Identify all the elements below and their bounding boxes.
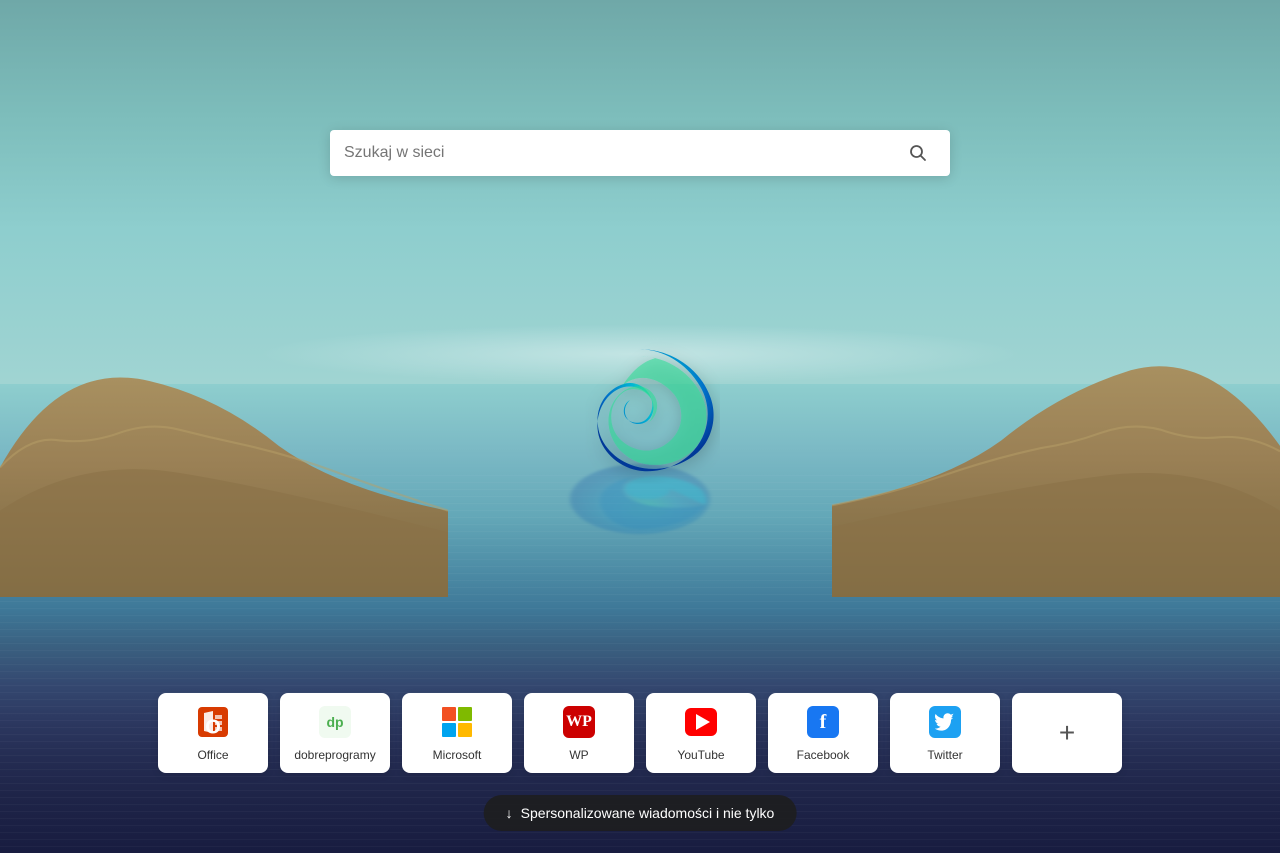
- hills-right: [832, 273, 1280, 597]
- twitter-icon: [927, 704, 963, 740]
- hills-left: [0, 273, 448, 597]
- bottom-banner-arrow: ↓: [506, 805, 513, 821]
- office-label: Office: [197, 748, 228, 762]
- facebook-label: Facebook: [797, 748, 850, 762]
- wp-icon: WP: [561, 704, 597, 740]
- quick-link-facebook[interactable]: f Facebook: [768, 693, 878, 773]
- add-site-button[interactable]: +: [1012, 693, 1122, 773]
- dobreprogramy-icon: dp: [317, 704, 353, 740]
- quick-link-youtube[interactable]: YouTube: [646, 693, 756, 773]
- quick-link-microsoft[interactable]: Microsoft: [402, 693, 512, 773]
- bottom-banner-text: Spersonalizowane wiadomości i nie tylko: [521, 805, 775, 821]
- quick-link-twitter[interactable]: Twitter: [890, 693, 1000, 773]
- microsoft-icon: [439, 704, 475, 740]
- wp-label: WP: [569, 748, 588, 762]
- search-bar: [330, 130, 950, 176]
- quick-links: O Office dp dobreprogramy Microsoft: [158, 693, 1122, 773]
- search-container: [330, 130, 950, 176]
- youtube-icon: [683, 704, 719, 740]
- search-button[interactable]: [900, 135, 936, 171]
- microsoft-label: Microsoft: [433, 748, 482, 762]
- facebook-icon: f: [805, 704, 841, 740]
- search-input[interactable]: [344, 144, 900, 162]
- edge-logo: [560, 334, 720, 494]
- youtube-label: YouTube: [677, 748, 724, 762]
- office-icon: O: [195, 704, 231, 740]
- twitter-label: Twitter: [927, 748, 962, 762]
- add-site-plus-icon: +: [1059, 717, 1075, 749]
- bottom-banner[interactable]: ↓ Spersonalizowane wiadomości i nie tylk…: [484, 795, 797, 831]
- dobreprogramy-label: dobreprogramy: [294, 748, 375, 762]
- quick-link-office[interactable]: O Office: [158, 693, 268, 773]
- quick-link-wp[interactable]: WP WP: [524, 693, 634, 773]
- quick-link-dobreprogramy[interactable]: dp dobreprogramy: [280, 693, 390, 773]
